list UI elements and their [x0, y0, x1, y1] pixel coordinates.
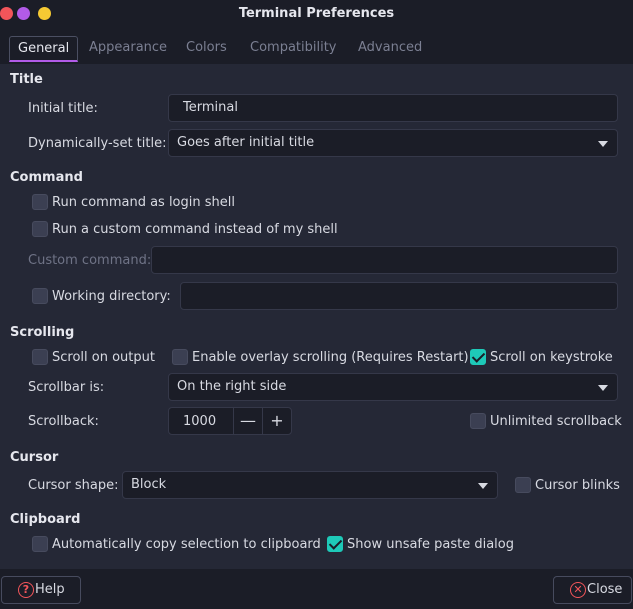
overlay-scrolling-label: Enable overlay scrolling (Requires Resta… [192, 350, 469, 365]
chevron-down-icon [478, 483, 488, 489]
unsafe-paste-label: Show unsafe paste dialog [347, 537, 515, 552]
cursor-shape-select[interactable]: Block [122, 471, 498, 499]
tab-bar: General Appearance Colors Compatibility … [0, 34, 633, 64]
unlimited-scrollback-label: Unlimited scrollback [490, 414, 622, 429]
cursor-heading: Cursor [10, 450, 59, 465]
scrollbar-value: On the right side [177, 379, 287, 394]
tab-colors[interactable]: Colors [178, 38, 235, 57]
close-label: Close [587, 582, 623, 597]
chevron-down-icon [598, 385, 608, 391]
working-directory-input[interactable] [180, 282, 618, 310]
title-bar: Terminal Preferences [0, 0, 633, 28]
dynamic-title-select[interactable]: Goes after initial title [168, 129, 618, 157]
scrollbar-select[interactable]: On the right side [168, 373, 618, 401]
help-icon: ? [18, 582, 34, 598]
scrollback-label: Scrollback: [28, 414, 99, 429]
working-directory-checkbox[interactable] [32, 288, 48, 304]
increment-button[interactable]: + [262, 408, 291, 434]
help-label: Help [35, 582, 65, 597]
unsafe-paste-checkbox[interactable] [327, 536, 343, 552]
scrollback-stepper[interactable]: 1000 — + [168, 407, 292, 435]
auto-copy-label: Automatically copy selection to clipboar… [52, 537, 321, 552]
dynamic-title-label: Dynamically-set title: [28, 136, 167, 151]
login-shell-label: Run command as login shell [52, 195, 235, 210]
login-shell-checkbox[interactable] [32, 194, 48, 210]
scroll-on-output-checkbox[interactable] [32, 349, 48, 365]
auto-copy-checkbox[interactable] [32, 536, 48, 552]
overlay-scrolling-checkbox[interactable] [172, 349, 188, 365]
initial-title-input[interactable]: Terminal [168, 94, 618, 122]
close-button[interactable]: ✕ Close [553, 576, 632, 604]
working-directory-label: Working directory: [52, 289, 171, 304]
tab-advanced[interactable]: Advanced [350, 38, 430, 57]
scroll-on-output-label: Scroll on output [52, 350, 155, 365]
cursor-blinks-checkbox[interactable] [515, 477, 531, 493]
dialog-footer: ? Help ✕ Close [0, 569, 633, 609]
close-icon: ✕ [570, 582, 586, 598]
initial-title-label: Initial title: [28, 101, 98, 116]
clipboard-heading: Clipboard [10, 512, 81, 527]
unlimited-scrollback-checkbox[interactable] [470, 413, 486, 429]
custom-command-input[interactable] [151, 246, 618, 274]
help-button[interactable]: ? Help [1, 576, 81, 604]
scrollbar-label: Scrollbar is: [28, 380, 105, 395]
general-panel: Title Initial title: Terminal Dynamicall… [0, 64, 633, 569]
dynamic-title-value: Goes after initial title [177, 135, 315, 150]
custom-command-checkbox[interactable] [32, 221, 48, 237]
scrolling-heading: Scrolling [10, 325, 75, 340]
custom-command-label: Custom command: [28, 253, 152, 268]
tab-general[interactable]: General [9, 36, 79, 62]
tab-compatibility[interactable]: Compatibility [242, 38, 345, 57]
window-title: Terminal Preferences [238, 6, 395, 21]
cursor-shape-value: Block [131, 477, 167, 492]
cursor-blinks-label: Cursor blinks [535, 478, 620, 493]
command-heading: Command [10, 170, 83, 185]
scroll-on-keystroke-label: Scroll on keystroke [490, 350, 613, 365]
cursor-shape-label: Cursor shape: [28, 478, 119, 493]
title-heading: Title [10, 72, 43, 87]
decrement-button[interactable]: — [233, 408, 262, 434]
scrollback-value[interactable]: 1000 [183, 414, 216, 429]
scroll-on-keystroke-checkbox[interactable] [470, 349, 486, 365]
tab-appearance[interactable]: Appearance [81, 38, 175, 57]
custom-command-check-label: Run a custom command instead of my shell [52, 222, 338, 237]
chevron-down-icon [598, 141, 608, 147]
